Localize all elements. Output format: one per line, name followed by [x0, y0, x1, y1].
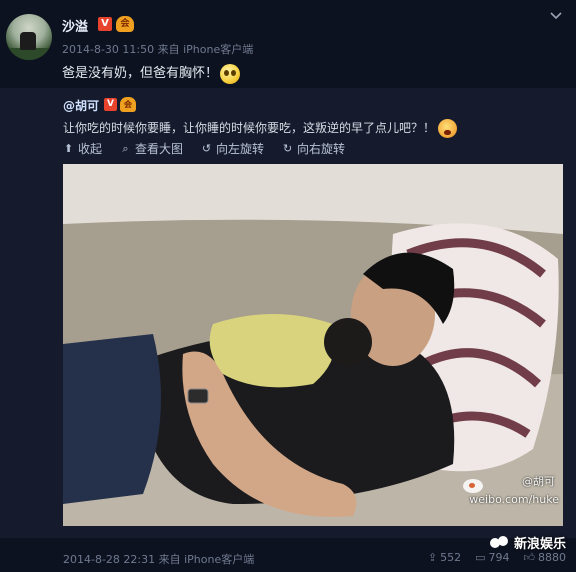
author-avatar[interactable] [6, 14, 52, 60]
quoted-text: 让你吃的时候你要睡，让你睡的时候你要吃，这叛逆的早了点儿吧？！ [63, 119, 458, 138]
post-photo[interactable]: @胡可 weibo.com/huke [63, 164, 563, 526]
weibo-logo-icon [463, 479, 483, 493]
rotate-left-button[interactable]: ↺ 向左旋转 [201, 140, 264, 157]
comment-count: 794 [488, 551, 510, 564]
view-large-button[interactable]: ⌕ 查看大图 [120, 140, 183, 157]
chevron-down-icon[interactable] [550, 10, 562, 22]
quoted-text-content: 让你吃的时候你要睡，让你睡的时候你要吃，这叛逆的早了点儿吧？！ [63, 121, 436, 135]
crying-emoji-icon [438, 119, 458, 138]
like-count: 8880 [538, 551, 566, 564]
comment-icon: ▭ [475, 551, 486, 564]
quoted-vip-badge-icon: 会 [120, 97, 136, 112]
author-name[interactable]: 沙溢 [62, 16, 88, 35]
quoted-verified-badge-icon: V [104, 98, 117, 111]
watermark-user: @胡可 [522, 475, 555, 488]
quoted-author-name[interactable]: @胡可 [63, 97, 99, 114]
rotate-left-label: 向左旋转 [216, 142, 265, 156]
quoted-post: @胡可 V 会 让你吃的时候你要睡，让你睡的时候你要吃，这叛逆的早了点儿吧？！ … [0, 88, 576, 566]
rotate-right-button[interactable]: ↻ 向右旋转 [282, 140, 345, 157]
rotate-right-label: 向右旋转 [297, 142, 346, 156]
comment-button[interactable]: ▭ 794 [475, 551, 509, 564]
view-large-label: 查看大图 [135, 142, 184, 156]
vip-badge-icon: 会 [116, 16, 134, 32]
post-meta[interactable]: 2014-8-30 11:50 来自 iPhone客户端 [62, 41, 253, 57]
post-text: 爸是没有奶，但爸有胸怀！ [62, 62, 241, 84]
image-toolbar: ⬆ 收起 ⌕ 查看大图 ↺ 向左旋转 ↻ 向右旋转 [63, 140, 345, 157]
watermark-url: weibo.com/huke [469, 493, 559, 506]
arrow-up-icon: ⬆ [63, 142, 74, 155]
post-text-content: 爸是没有奶，但爸有胸怀！ [62, 66, 219, 81]
repost-icon: ⇪ [427, 551, 438, 564]
repost-button[interactable]: ⇪ 552 [428, 551, 461, 564]
sina-ent-logo: 新浪娱乐 [489, 533, 566, 552]
quoted-stats: ⇪ 552 ▭ 794 👍︎ 8880 [428, 551, 566, 564]
repost-count: 552 [440, 551, 462, 564]
sina-logo-icon [489, 535, 508, 550]
verified-badge-icon: V [98, 17, 112, 31]
brand-label: 新浪娱乐 [513, 537, 566, 552]
photo-illustration [63, 164, 563, 526]
quoted-meta[interactable]: 2014-8-28 22:31 来自 iPhone客户端 [63, 551, 254, 567]
rotate-left-icon: ↺ [201, 142, 212, 155]
thumbs-up-icon: 👍︎ [523, 551, 536, 564]
emoji-icon [220, 63, 241, 84]
rotate-right-icon: ↻ [282, 142, 293, 155]
search-icon: ⌕ [122, 142, 129, 155]
weibo-post: 沙溢 V 会 2014-8-30 11:50 来自 iPhone客户端 爸是没有… [0, 0, 576, 572]
like-button[interactable]: 👍︎ 8880 [524, 551, 567, 564]
collapse-button[interactable]: ⬆ 收起 [63, 140, 102, 157]
collapse-label: 收起 [78, 142, 103, 156]
